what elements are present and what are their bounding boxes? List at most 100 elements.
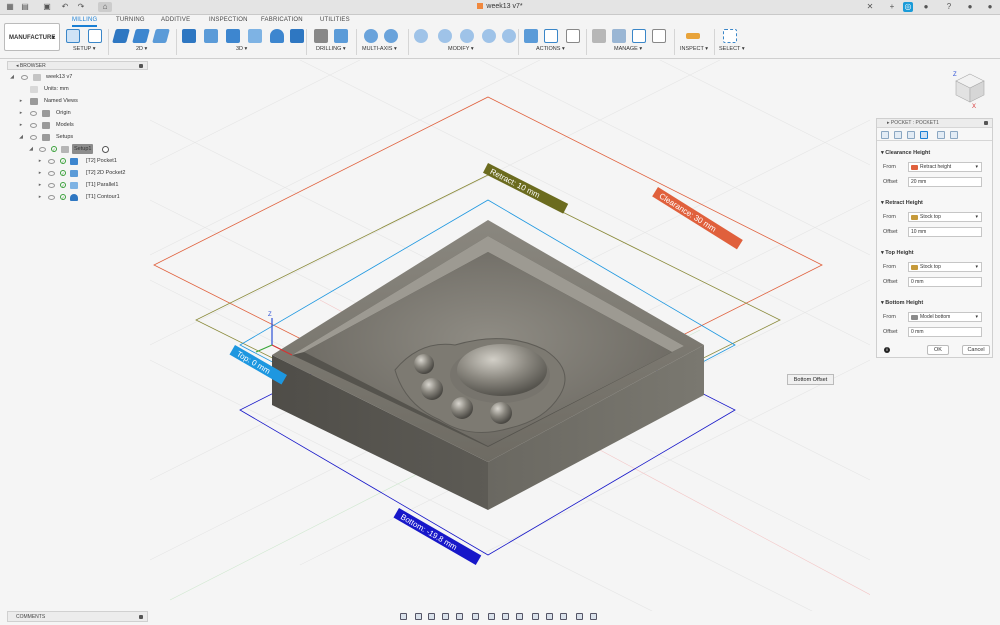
duplicate-icon[interactable] (438, 29, 452, 43)
notifications-icon[interactable]: ● (921, 2, 931, 12)
machine-library-icon[interactable] (612, 29, 626, 43)
pattern-icon[interactable] (460, 29, 474, 43)
template-library-icon[interactable] (632, 29, 646, 43)
tree-item-setups[interactable]: ◢ Setups (8, 132, 148, 142)
new-setup-icon[interactable] (66, 29, 80, 43)
camera-icon[interactable] (516, 613, 523, 620)
manage-menu[interactable]: MANAGE ▾ (614, 46, 642, 52)
cancel-button[interactable]: Cancel (962, 345, 990, 355)
task-manager-icon[interactable] (652, 29, 666, 43)
swarf-icon[interactable] (364, 29, 378, 43)
steep-shallow-icon[interactable] (226, 29, 240, 43)
visibility-icon[interactable] (30, 135, 37, 140)
sheet-icon[interactable] (88, 29, 102, 43)
profile-icon[interactable]: ● (985, 2, 995, 12)
expand-arrow-icon[interactable]: ▸ (18, 108, 24, 118)
visibility-icon[interactable] (48, 171, 55, 176)
sync-icon[interactable]: ◎ (903, 2, 913, 12)
simulation-display-icon[interactable] (576, 613, 583, 620)
section-view-icon[interactable] (590, 613, 597, 620)
tree-item-pocket1[interactable]: ▸ ✓ [T2] Pocket1 (8, 156, 148, 166)
activate-radio-icon[interactable] (102, 146, 109, 153)
info-icon[interactable]: i (884, 347, 890, 353)
fit-icon[interactable] (456, 613, 463, 620)
tree-item-named-views[interactable]: ▸ Named Views (8, 96, 148, 106)
visibility-icon[interactable] (21, 75, 28, 80)
pin-icon[interactable] (139, 615, 143, 619)
collapse-arrow-icon[interactable]: ◢ (9, 72, 15, 82)
multi-axis-menu[interactable]: MULTI-AXIS ▾ (362, 46, 397, 52)
expand-arrow-icon[interactable]: ▸ (18, 120, 24, 130)
ok-button[interactable]: OK (927, 345, 949, 355)
machine-display-icon[interactable] (560, 613, 567, 620)
look-at-icon[interactable] (415, 613, 422, 620)
top-height-heading[interactable]: ▾ Top Height (881, 250, 914, 256)
select-menu[interactable]: SELECT ▾ (719, 46, 745, 52)
tree-item-setup1[interactable]: ◢ ✓ Setup1 (8, 144, 148, 154)
tree-item-models[interactable]: ▸ Models (8, 120, 148, 130)
user-icon[interactable]: ● (965, 2, 975, 12)
stock-display-icon[interactable] (532, 613, 539, 620)
tree-item-parallel1[interactable]: ▸ ✓ [T1] Parallel1 (8, 180, 148, 190)
modify-menu[interactable]: MODIFY ▾ (448, 46, 474, 52)
3d-menu[interactable]: 3D ▾ (236, 46, 247, 52)
close-tab-icon[interactable]: ✕ (865, 2, 875, 12)
top-from-select[interactable]: Stock top ▾ (908, 262, 982, 272)
tree-item-document[interactable]: ◢ week13 v7 (8, 72, 148, 82)
tab-utilities[interactable]: UTILITIES (320, 17, 350, 27)
retract-height-heading[interactable]: ▾ Retract Height (881, 200, 923, 206)
retract-from-select[interactable]: Stock top ▾ (908, 212, 982, 222)
toolpath-display-icon[interactable] (546, 613, 553, 620)
retract-offset-input[interactable]: 10 mm (908, 227, 982, 237)
clearance-height-heading[interactable]: ▾ Clearance Height (881, 150, 930, 156)
dialog-header[interactable]: ▸ POCKET : POCKET1 (877, 119, 992, 128)
expand-arrow-icon[interactable]: ▸ (37, 156, 43, 166)
pocket-clearing-icon[interactable] (204, 29, 218, 43)
3d-viewport[interactable]: Z Retract: 10 mm Clearance: 30 mm Top: 0… (150, 60, 870, 611)
parallel-icon[interactable] (248, 29, 262, 43)
setup-sheet-icon[interactable] (566, 29, 580, 43)
viewcube[interactable]: Z X (952, 68, 988, 108)
visibility-icon[interactable] (48, 195, 55, 200)
tab-summary-icon[interactable] (950, 131, 958, 139)
tab-milling[interactable]: MILLING (72, 17, 98, 27)
tab-tool-icon[interactable] (881, 131, 889, 139)
contour-icon[interactable] (290, 29, 304, 43)
tree-item-units[interactable]: Units: mm (8, 84, 148, 94)
edit-toolpath-icon[interactable] (482, 29, 496, 43)
select-icon[interactable] (723, 29, 737, 43)
scallop-icon[interactable] (270, 29, 284, 43)
display-settings-icon[interactable] (472, 613, 479, 620)
multi-axis-contour-icon[interactable] (384, 29, 398, 43)
orbit-icon[interactable] (400, 613, 407, 620)
bottom-offset-input[interactable]: 0 mm (908, 327, 982, 337)
pin-icon[interactable] (139, 64, 143, 68)
collapse-arrow-icon[interactable]: ◢ (18, 132, 24, 142)
tree-item-origin[interactable]: ▸ Origin (8, 108, 148, 118)
tab-geometry-icon[interactable] (894, 131, 902, 139)
drilling-menu[interactable]: DRILLING ▾ (316, 46, 346, 52)
bore-icon[interactable] (334, 29, 348, 43)
collapse-arrow-icon[interactable]: ◢ (28, 144, 34, 154)
tab-linking-icon[interactable] (937, 131, 945, 139)
zoom-icon[interactable] (442, 613, 449, 620)
tab-heights-icon[interactable] (907, 131, 915, 139)
visibility-icon[interactable] (30, 123, 37, 128)
bottom-height-heading[interactable]: ▾ Bottom Height (881, 300, 923, 306)
help-icon[interactable]: ? (944, 2, 954, 12)
viewports-icon[interactable] (502, 613, 509, 620)
tab-turning[interactable]: TURNING (116, 17, 145, 27)
tool-library-icon[interactable] (592, 29, 606, 43)
simulate-icon[interactable] (524, 29, 538, 43)
2d-menu[interactable]: 2D ▾ (136, 46, 147, 52)
tab-fabrication[interactable]: FABRICATION (261, 17, 303, 27)
browser-header[interactable]: ◂ BROWSER (7, 61, 148, 70)
expand-arrow-icon[interactable]: ▸ (37, 168, 43, 178)
visibility-icon[interactable] (48, 183, 55, 188)
tree-item-2d-pocket2[interactable]: ▸ ✓ [T2] 2D Pocket2 (8, 168, 148, 178)
grid-settings-icon[interactable] (488, 613, 495, 620)
bottom-from-select[interactable]: Model bottom ▾ (908, 312, 982, 322)
workspace-switcher[interactable]: MANUFACTURE ▾ (4, 23, 60, 51)
new-tab-icon[interactable]: + (887, 2, 897, 12)
setup-menu[interactable]: SETUP ▾ (73, 46, 96, 52)
